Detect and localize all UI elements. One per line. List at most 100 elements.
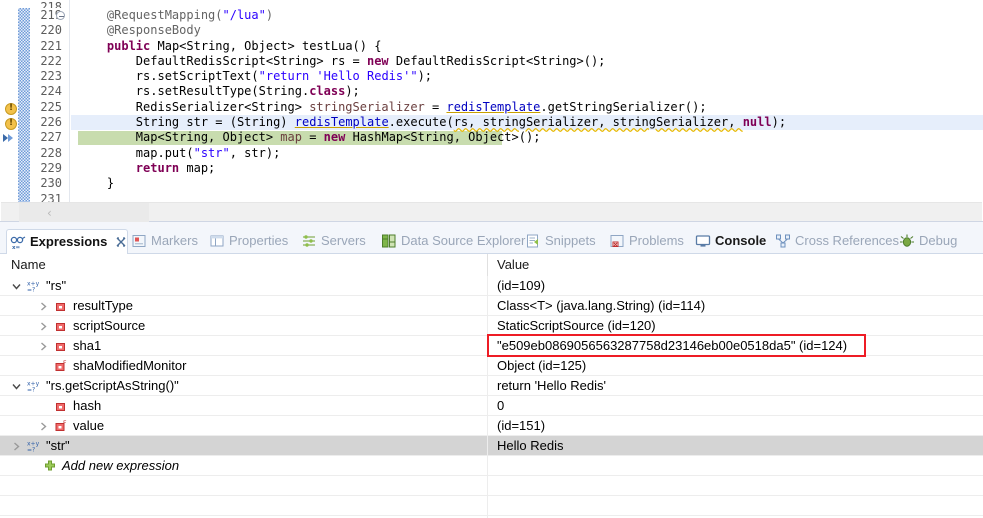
table-row[interactable]: Add new expression (0, 456, 983, 476)
expression-value-cell[interactable]: (id=109) (497, 276, 545, 296)
table-row-empty[interactable] (0, 476, 983, 496)
cross-references-icon (775, 233, 791, 249)
expressions-view[interactable]: Name Value x+y =? "rs" (id=109) resultType C… (0, 254, 983, 518)
code-line[interactable]: 229 return map; (0, 161, 983, 176)
cell-divider (487, 356, 488, 376)
table-row[interactable]: Fvalue (id=151) (0, 416, 983, 436)
svg-text:=?: =? (27, 387, 35, 394)
chevron-down-icon[interactable] (11, 381, 22, 392)
tab-data-source-explorer[interactable]: Data Source Explorer (378, 228, 525, 254)
view-tab-bar[interactable]: x= Expressions Markers Properties Servers Dat… (0, 228, 983, 255)
expression-name-cell[interactable]: FshaModifiedMonitor (38, 356, 186, 376)
table-row[interactable]: x+y =? "str" Hello Redis (0, 436, 983, 456)
expression-value-cell[interactable]: Class<T> (java.lang.String) (id=114) (497, 296, 705, 316)
table-row[interactable]: hash 0 (0, 396, 983, 416)
expression-name-label: "rs" (46, 278, 67, 293)
table-body[interactable]: x+y =? "rs" (id=109) resultType Class<T> (ja… (0, 276, 983, 518)
expression-name-cell[interactable]: Fvalue (38, 416, 104, 436)
final-field-icon: F (54, 359, 68, 373)
expression-name-cell[interactable]: resultType (38, 296, 133, 316)
expression-name-cell[interactable]: x+y =? "rs.getScriptAsString()" (11, 376, 179, 396)
expression-name-label: hash (73, 398, 102, 413)
code-line[interactable]: 223 rs.setScriptText("return 'Hello Redi… (0, 69, 983, 84)
expression-name-cell[interactable]: x+y =? "str" (11, 436, 70, 456)
code-line[interactable]: 228 map.put("str", str); (0, 146, 983, 161)
code-lines[interactable]: 218 219 @RequestMapping("/lua") 220 @Respo… (0, 0, 983, 202)
code-line[interactable]: 227 Map<String, Object> map = new HashMa… (0, 130, 983, 145)
expression-value-cell[interactable]: (id=151) (497, 416, 545, 436)
table-row-empty[interactable] (0, 496, 983, 516)
console-icon (695, 233, 711, 249)
warning-icon[interactable] (4, 116, 18, 131)
tab-console[interactable]: Console (692, 228, 772, 254)
table-row[interactable]: FshaModifiedMonitor Object (id=125) (0, 356, 983, 376)
cell-divider (487, 396, 488, 416)
code-line[interactable]: 225 RedisSerializer<String> stringSerial… (0, 100, 983, 116)
expression-value-cell[interactable]: 0 (497, 396, 504, 416)
chevron-right-icon[interactable] (38, 321, 49, 332)
expression-value-cell[interactable]: "e509eb0869056563287758d23146eb00e0518da… (497, 336, 847, 356)
chevron-right-icon[interactable] (11, 441, 22, 452)
expression-name-label: sha1 (73, 338, 102, 353)
tab-properties[interactable]: Properties (206, 228, 298, 254)
svg-text:F: F (63, 420, 67, 427)
code-line[interactable]: 231 (0, 192, 983, 202)
tab-cross-references[interactable]: Cross References (772, 228, 899, 254)
table-row[interactable]: x+y =? "rs.getScriptAsString()" return 'Hel… (0, 376, 983, 396)
column-header-value[interactable]: Value (497, 254, 529, 276)
chevron-down-icon[interactable] (11, 281, 22, 292)
expression-name-cell[interactable]: Add new expression (27, 456, 179, 476)
code-line[interactable]: 226 String str = (String) redisTemplate.… (0, 115, 983, 131)
expression-value-cell[interactable]: Object (id=125) (497, 356, 586, 376)
field-icon (54, 319, 68, 333)
table-row[interactable]: x+y =? "rs" (id=109) (0, 276, 983, 296)
scrollbar-track[interactable] (19, 203, 149, 222)
code-line[interactable]: 221 public Map<String, Object> testLua()… (0, 39, 983, 54)
expression-name-cell[interactable]: hash (38, 396, 101, 416)
warning-icon[interactable] (4, 101, 18, 116)
tab-debug[interactable]: Debug (896, 228, 968, 254)
field-icon (54, 399, 68, 413)
expression-name-cell[interactable]: x+y =? "rs" (11, 276, 66, 296)
table-row[interactable]: sha1 "e509eb0869056563287758d23146eb00e05… (0, 336, 983, 356)
expression-icon: x+y =? (27, 439, 41, 454)
chevron-right-icon[interactable] (38, 341, 49, 352)
code-line[interactable]: 219 @RequestMapping("/lua") (0, 8, 983, 23)
line-number: 228 (40, 145, 62, 160)
line-number: 231 (40, 191, 62, 202)
code-text: @RequestMapping("/lua") (106, 8, 274, 22)
table-row[interactable]: scriptSource StaticScriptSource (id=120) (0, 316, 983, 336)
expression-name-label: resultType (73, 298, 133, 313)
expression-name-cell[interactable]: scriptSource (38, 316, 145, 336)
column-divider[interactable] (487, 254, 488, 276)
close-icon[interactable] (115, 236, 127, 248)
chevron-left-icon[interactable]: ‹ (47, 206, 52, 220)
chevron-right-icon[interactable] (38, 301, 49, 312)
column-header-name[interactable]: Name (11, 254, 46, 276)
code-line[interactable]: 224 rs.setResultType(String.class); (0, 84, 983, 99)
code-viewport[interactable]: 218 219 @RequestMapping("/lua") 220 @Respo… (0, 0, 983, 202)
table-row[interactable]: resultType Class<T> (java.lang.String) (i… (0, 296, 983, 316)
expression-value-cell[interactable]: Hello Redis (497, 436, 563, 456)
line-number: 230 (40, 176, 62, 191)
code-text: public Map<String, Object> testLua() { (106, 38, 382, 53)
expression-value-cell[interactable]: StaticScriptSource (id=120) (497, 316, 656, 336)
snippets-icon (525, 233, 541, 249)
tab-snippets[interactable]: Snippets (522, 228, 606, 254)
code-line[interactable]: 218 (0, 0, 983, 8)
code-line[interactable]: 220 @ResponseBody (0, 23, 983, 38)
expression-name-cell[interactable]: sha1 (38, 336, 101, 356)
fold-collapse-icon[interactable] (56, 11, 65, 20)
cell-divider (487, 476, 488, 496)
execution-pointer-icon[interactable] (2, 131, 16, 145)
expression-value-cell[interactable]: return 'Hello Redis' (497, 376, 606, 396)
editor-horizontal-scrollbar[interactable]: ‹ (1, 202, 982, 222)
chevron-right-icon[interactable] (38, 421, 49, 432)
tab-markers[interactable]: Markers (128, 228, 206, 254)
tab-servers[interactable]: Servers (298, 228, 378, 254)
tab-problems[interactable]: Problems (606, 228, 692, 254)
code-line[interactable]: 230 } (0, 176, 983, 191)
java-editor[interactable]: 218 219 @RequestMapping("/lua") 220 @Respo… (0, 0, 983, 222)
tab-expressions[interactable]: x= Expressions (6, 229, 128, 255)
code-line[interactable]: 222 DefaultRedisScript<String> rs = new … (0, 54, 983, 69)
